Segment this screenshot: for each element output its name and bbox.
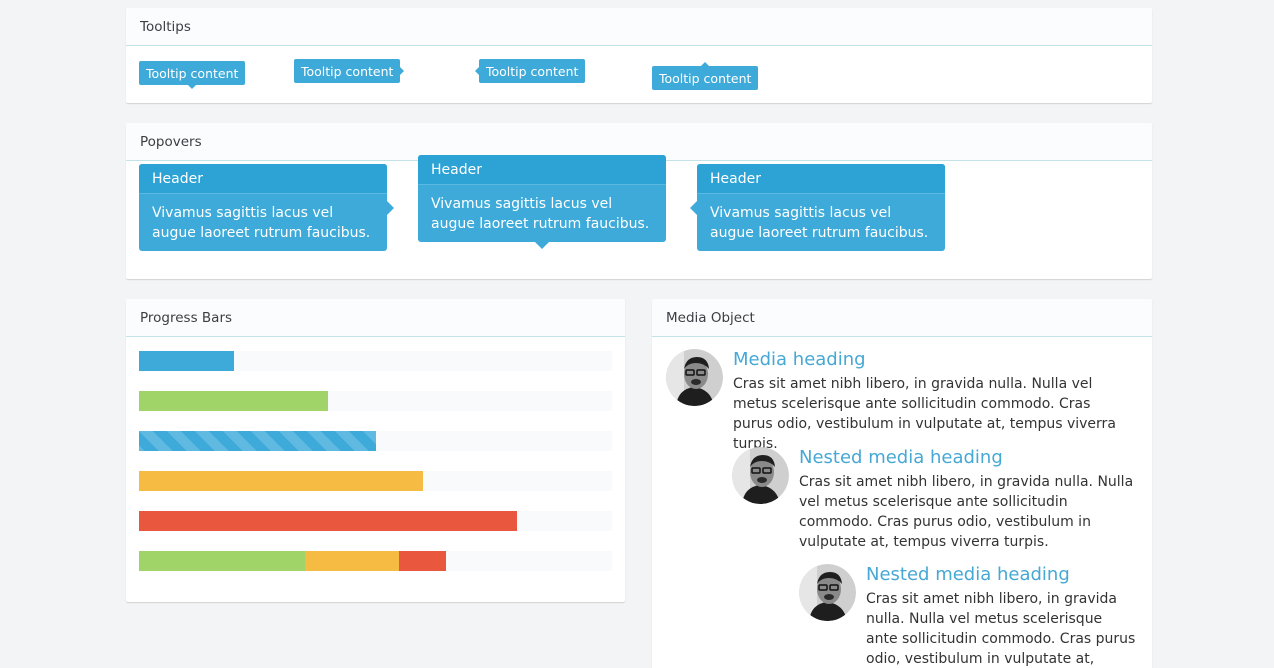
tooltips-panel: Tooltips Tooltip content Tooltip content…: [126, 8, 1152, 103]
tooltip-bottom: Tooltip content: [139, 61, 246, 89]
progress-bar-fill: [139, 511, 518, 531]
progress-bar: [139, 511, 612, 531]
progress-bar: [139, 351, 612, 371]
media-heading: Media heading: [733, 349, 866, 370]
popover-left: Header Vivamus sagittis lacus vel augue …: [690, 164, 945, 251]
popover-body: Vivamus sagittis lacus vel augue laoreet…: [710, 205, 929, 241]
progress-bar-fill: [139, 431, 376, 451]
progress-bar-fill: [139, 551, 305, 571]
nested-media-text: Cras sit amet nibh libero, in gravida nu…: [799, 474, 1134, 550]
progress-bar: [139, 431, 612, 451]
tooltip-left: Tooltip content: [474, 59, 586, 83]
progress-bar: [139, 471, 612, 491]
nested-media-text: Cras sit amet nibh libero, in gravida nu…: [866, 591, 1136, 667]
nested-media-heading: Nested media heading: [866, 564, 1070, 585]
progress-bar: [139, 551, 612, 571]
popover-header: Header: [139, 164, 387, 194]
user-avatar-icon: [666, 349, 723, 406]
popover-bottom: Header Vivamus sagittis lacus vel augue …: [418, 155, 666, 249]
popover-header: Header: [697, 164, 945, 194]
popovers-panel: Popovers Header Vivamus sagittis lacus v…: [126, 123, 1152, 279]
tooltip-right: Tooltip content: [294, 59, 405, 83]
user-avatar-icon: [799, 564, 856, 621]
popover-right: Header Vivamus sagittis lacus vel augue …: [139, 164, 394, 251]
nested-media-heading: Nested media heading: [799, 447, 1003, 468]
popover-header: Header: [418, 155, 666, 185]
media-object-panel-title: Media Object: [652, 299, 1152, 337]
progress-bar-fill: [304, 551, 400, 571]
progress-bar-fill: [399, 551, 447, 571]
tooltip-top: Tooltip content: [652, 62, 759, 90]
progress-bar-fill: [139, 391, 329, 411]
user-avatar-icon: [732, 447, 789, 504]
media-item: Media heading Cras sit amet nibh libero,…: [666, 349, 1142, 454]
nested-media-item: Nested media heading Cras sit amet nibh …: [799, 564, 1142, 668]
nested-media-item: Nested media heading Cras sit amet nibh …: [732, 447, 1142, 552]
popover-body: Vivamus sagittis lacus vel augue laoreet…: [431, 196, 650, 232]
progress-bar-fill: [139, 471, 423, 491]
progress-bars-panel: Progress Bars: [126, 299, 625, 602]
media-object-panel: Media Object Media heading Cras sit amet…: [652, 299, 1152, 668]
popover-body: Vivamus sagittis lacus vel augue laoreet…: [152, 205, 371, 241]
media-text: Cras sit amet nibh libero, in gravida nu…: [733, 376, 1116, 452]
progress-bars-panel-title: Progress Bars: [126, 299, 625, 337]
progress-bar-fill: [139, 351, 234, 371]
progress-bar: [139, 391, 612, 411]
tooltips-panel-title: Tooltips: [126, 8, 1152, 46]
